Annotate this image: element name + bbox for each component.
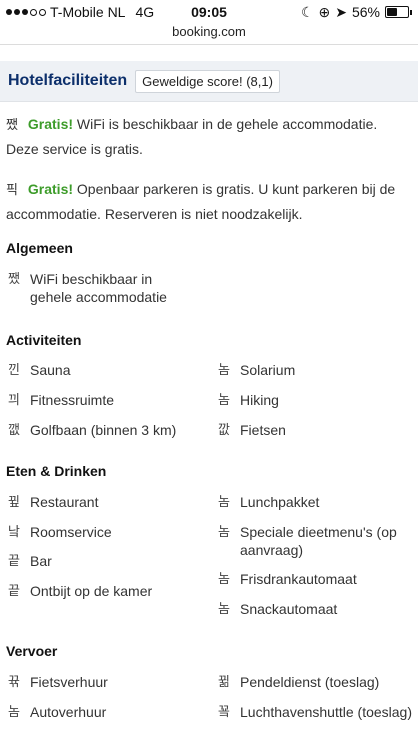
lock-rotation-icon: ⊕ [318, 3, 331, 20]
list-item: 놈 Snackautomaat [218, 600, 413, 618]
list-item: 끝 Ontbijt op de kamer [8, 582, 208, 600]
wifi-icon: 쨌 [6, 117, 18, 132]
list-item: 뀪 Fietsverhuur [8, 673, 208, 691]
battery-percent: 56% [351, 4, 380, 20]
status-right: ☾ ⊕ ➤ 56% [301, 4, 412, 21]
free-parking-note: 픽 Gratis! Openbaar parkeren is gratis. U… [0, 177, 418, 226]
item-label: Hiking [240, 392, 279, 408]
list-item: 놈 Speciale dieetmenu's (op aanvraag) [218, 523, 413, 559]
item-label: Golfbaan (binnen 3 km) [30, 422, 177, 438]
item-label: Lunchpakket [240, 494, 320, 510]
diet-icon: 놈 [218, 524, 230, 539]
list-item: 낀 Sauna [8, 361, 208, 379]
item-label: Snackautomaat [240, 601, 338, 617]
sauna-icon: 낀 [8, 362, 20, 377]
list-item: 뀖 Pendeldienst (toeslag) [218, 673, 413, 691]
battery-icon [385, 6, 409, 18]
url-bar[interactable]: booking.com [0, 24, 418, 45]
signal-icon [6, 8, 46, 16]
location-icon: ➤ [335, 3, 347, 20]
free-wifi-note: 쨌 Gratis! WiFi is beschikbaar in de gehe… [0, 112, 418, 161]
cycling-icon: 깞 [218, 422, 230, 437]
item-label: Autoverhuur [30, 704, 107, 720]
bar-icon: 끝 [8, 553, 20, 568]
airport-shuttle-icon: 꾴 [218, 704, 230, 719]
item-label: Roomservice [30, 524, 112, 540]
solarium-icon: 놈 [218, 362, 230, 377]
item-label: Fietsverhuur [30, 674, 108, 690]
page-title: Hotelfaciliteiten [8, 72, 128, 89]
parking-icon: 픽 [6, 182, 18, 197]
section-activiteiten: Activiteiten [6, 332, 82, 348]
section-eten-drinken: Eten & Drinken [6, 463, 107, 479]
item-label: Solarium [240, 362, 296, 378]
free-label: Gratis! [27, 116, 74, 132]
list-item: 깞 Fietsen [218, 421, 413, 439]
list-item: 쨌 WiFi beschikbaar in gehele accommodati… [8, 270, 198, 306]
golf-icon: 깺 [8, 422, 20, 437]
item-label: Bar [30, 553, 52, 569]
battery-cap-icon [410, 9, 412, 15]
soda-icon: 놈 [218, 571, 230, 586]
item-label: Pendeldienst (toeslag) [240, 674, 380, 690]
list-item: 놈 Hiking [218, 391, 413, 409]
status-left: T-Mobile NL 4G [6, 4, 154, 20]
item-label: Ontbijt op de kamer [30, 583, 153, 599]
item-label: WiFi beschikbaar in gehele accommodatie [30, 271, 167, 305]
car-icon: 놈 [8, 704, 20, 719]
item-label: Luchthavenshuttle (toeslag) [240, 704, 412, 720]
list-item: 깺 Golfbaan (binnen 3 km) [8, 421, 208, 439]
list-item: 끠 Fitnessruimte [8, 391, 208, 409]
facilities-header: Hotelfaciliteiten Geweldige score! (8,1) [0, 61, 418, 102]
section-vervoer: Vervoer [6, 643, 58, 659]
carrier: T-Mobile NL [50, 4, 126, 20]
item-label: Speciale dieetmenu's (op aanvraag) [240, 524, 397, 558]
item-label: Frisdrankautomaat [240, 571, 357, 587]
snack-icon: 놈 [218, 601, 230, 616]
breakfast-icon: 끝 [8, 583, 20, 598]
item-label: Restaurant [30, 494, 99, 510]
list-item: 뀦 Restaurant [8, 493, 208, 511]
restaurant-icon: 뀦 [8, 494, 20, 509]
status-bar: T-Mobile NL 4G 09:05 ☾ ⊕ ➤ 56% [0, 0, 418, 24]
shuttle-icon: 뀖 [218, 674, 230, 689]
wifi-icon: 쨌 [8, 271, 20, 286]
list-item: 꾴 Luchthavenshuttle (toeslag) [218, 703, 413, 721]
network: 4G [135, 4, 155, 20]
fitness-icon: 끠 [8, 392, 20, 407]
room-service-icon: 낰 [8, 524, 20, 539]
list-item: 끝 Bar [8, 552, 208, 570]
free-label: Gratis! [27, 181, 74, 197]
section-algemeen: Algemeen [6, 240, 73, 256]
hiking-icon: 놈 [218, 392, 230, 407]
list-item: 놈 Autoverhuur [8, 703, 208, 721]
list-item: 놈 Frisdrankautomaat [218, 570, 413, 588]
item-label: Fitnessruimte [30, 392, 115, 408]
list-item: 낰 Roomservice [8, 523, 208, 541]
bike-icon: 뀪 [8, 674, 20, 689]
lunch-icon: 놈 [218, 494, 230, 509]
item-label: Sauna [30, 362, 71, 378]
moon-icon: ☾ [300, 3, 314, 20]
list-item: 놈 Lunchpakket [218, 493, 413, 511]
item-label: Fietsen [240, 422, 286, 438]
list-item: 놈 Solarium [218, 361, 413, 379]
score-badge: Geweldige score! (8,1) [135, 69, 280, 93]
